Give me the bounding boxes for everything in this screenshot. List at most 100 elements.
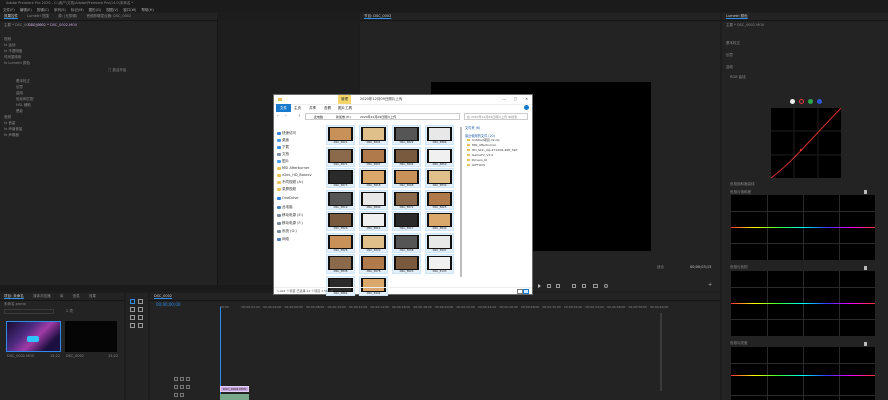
pen-tool-icon[interactable] xyxy=(138,315,143,320)
extract-icon[interactable] xyxy=(582,284,586,288)
play-icon[interactable] xyxy=(538,284,541,288)
file-thumbnail[interactable]: DSC_5878 xyxy=(359,254,388,274)
maximize-button[interactable]: □ xyxy=(514,97,517,101)
effect-row[interactable]: fx Lumetri 颜色 xyxy=(4,61,30,66)
file-thumbnail[interactable]: DSC_5621 xyxy=(326,125,355,145)
effect-row[interactable]: fx 声像器 xyxy=(4,133,19,138)
hand-tool-icon[interactable] xyxy=(130,323,135,328)
file-thumbnail[interactable]: DSC_5871 xyxy=(326,146,355,167)
file-thumbnail[interactable]: DSC_5808 xyxy=(392,168,421,188)
program-fit-select[interactable]: 适合 xyxy=(657,265,664,270)
file-thumbnail[interactable]: DSC_5889 xyxy=(425,125,454,145)
lift-icon[interactable] xyxy=(572,284,576,288)
nav-item[interactable]: 快速访问 xyxy=(282,131,296,136)
project-thumbnail[interactable] xyxy=(65,321,117,352)
project-thumbnail[interactable] xyxy=(6,321,61,352)
path-segment[interactable]: 2020年12月09日照片上传 xyxy=(360,115,396,119)
menu-item[interactable]: 编辑(E) xyxy=(20,8,32,12)
step-forward-icon[interactable] xyxy=(547,284,551,288)
minimize-button[interactable]: — xyxy=(503,97,507,101)
eyedropper-icon[interactable] xyxy=(864,342,867,346)
menu-item[interactable]: 剪辑(C) xyxy=(37,8,49,12)
effect-row[interactable]: 曲线 xyxy=(16,91,23,96)
recent-file[interactable]: Drivers_KI xyxy=(467,158,487,162)
nav-item[interactable]: 移动电源 (F:) xyxy=(282,221,303,226)
eyedropper-icon[interactable] xyxy=(864,190,867,194)
timeline-audio-clip[interactable] xyxy=(220,394,249,400)
track-sync-icon[interactable] xyxy=(180,385,184,389)
tab-effect-controls[interactable]: 效果控件 xyxy=(0,13,22,20)
file-thumbnail[interactable]: DSC_5829 xyxy=(326,211,355,231)
effect-row[interactable]: fx 音量 xyxy=(4,121,15,126)
file-thumbnail[interactable]: DSC_5840 xyxy=(425,211,454,231)
effect-row[interactable]: 基本校正 xyxy=(16,79,30,84)
recent-file[interactable]: GameTV_V1.0 xyxy=(467,153,493,157)
up-button[interactable]: ↑ xyxy=(298,114,301,118)
tab-program[interactable]: 节目: DSC_0002 xyxy=(360,13,395,20)
effect-row[interactable]: 创意 xyxy=(16,85,23,90)
menu-item[interactable]: 帮助(H) xyxy=(141,8,153,12)
tab-source[interactable]: 源: (无剪辑) xyxy=(54,13,81,20)
recent-file[interactable]: HD_Skin_dip.4712CR-49H_Skit xyxy=(467,148,518,152)
timeline-scrollbar[interactable] xyxy=(660,313,662,391)
address-bar[interactable]: 此电脑 新加卷 (E:) 2020年12月09日照片上传 xyxy=(305,113,460,120)
search-input[interactable]: 在 2020年12月09日照片上传 中搜索 xyxy=(464,113,528,120)
nav-item[interactable]: 系统 (G:) xyxy=(282,229,297,234)
ripple-edit-tool-icon[interactable] xyxy=(130,307,135,312)
hue-vs-luma-graph[interactable] xyxy=(731,347,875,400)
lumetri-basic[interactable]: 基本校正 xyxy=(726,41,740,46)
effect-row[interactable]: 晕影 xyxy=(16,109,23,114)
file-thumbnail[interactable]: DSC_5839 xyxy=(425,168,454,188)
nav-item[interactable]: 图片 xyxy=(282,159,289,164)
file-grid-scrollbar[interactable] xyxy=(460,127,462,277)
nav-item[interactable]: 桌面 xyxy=(282,138,289,143)
file-thumbnail[interactable]: DSC_5898 xyxy=(392,232,421,253)
track-sync-icon[interactable] xyxy=(180,393,184,397)
file-thumbnail[interactable]: DSC_5133 xyxy=(425,254,454,274)
ribbon-share[interactable]: 共享 xyxy=(309,106,316,111)
eyedropper-icon[interactable] xyxy=(864,266,867,270)
track-sync-icon[interactable] xyxy=(180,377,184,381)
tab-sequence[interactable]: DSC_0002 xyxy=(150,293,176,300)
nav-item[interactable]: v2ex_HD_Boxcsv xyxy=(282,173,312,177)
effect-row[interactable]: 时间重映射 xyxy=(4,55,22,60)
tab-libraries[interactable]: 库 xyxy=(56,293,68,300)
lumetri-rgb-curves[interactable]: RGB 曲线 xyxy=(730,75,746,80)
nav-item[interactable]: 此电脑 xyxy=(282,205,293,210)
track-lock-icon[interactable] xyxy=(174,393,178,397)
lumetri-clip[interactable]: 主要 * DSC_0002.MOV xyxy=(726,23,764,28)
effect-row[interactable]: HSL 辅助 xyxy=(16,103,31,108)
close-button[interactable]: ✕ xyxy=(525,97,528,101)
forward-button[interactable]: → xyxy=(284,114,287,118)
menu-item[interactable]: 标记(M) xyxy=(71,8,84,12)
red-channel-dot[interactable] xyxy=(799,99,804,104)
effect-row[interactable]: 视频 xyxy=(4,37,11,42)
tab-project[interactable]: 项目: 未命名 xyxy=(0,293,28,300)
selection-tool-icon[interactable] xyxy=(130,299,135,304)
file-thumbnail[interactable]: DSC_5818 xyxy=(359,168,388,188)
recent-file[interactable]: MSI_Afterburner xyxy=(467,143,496,147)
file-thumbnail[interactable]: DSC_5817 xyxy=(392,211,421,231)
path-segment[interactable]: 此电脑 xyxy=(314,115,323,119)
nav-item[interactable]: 不同视频 (A:) xyxy=(282,180,303,185)
track-lock-icon[interactable] xyxy=(174,377,178,381)
track-lock-icon[interactable] xyxy=(174,385,178,389)
file-thumbnail[interactable]: DSC_5897 xyxy=(425,232,454,253)
file-thumbnail[interactable]: DSC_5807 xyxy=(359,146,388,167)
razor-tool-icon[interactable] xyxy=(138,307,143,312)
effect-row[interactable]: 音频 xyxy=(4,115,11,120)
track-eye-icon[interactable] xyxy=(186,385,190,389)
menu-item[interactable]: 文件(F) xyxy=(3,8,15,12)
hue-vs-hue-graph[interactable] xyxy=(731,271,875,336)
effect-row[interactable]: 色轮和匹配 xyxy=(16,97,34,102)
file-thumbnail[interactable]: DSC_5801 xyxy=(359,125,388,145)
menu-item[interactable]: 视图(V) xyxy=(106,8,118,12)
picture-tools-tab[interactable]: 图片工具 xyxy=(338,106,352,111)
nav-item[interactable]: MSI Afterburner xyxy=(282,166,309,170)
track-select-tool-icon[interactable] xyxy=(138,299,143,304)
file-thumbnail[interactable]: DSC_5838 xyxy=(326,254,355,274)
thumbnail-view-icon[interactable] xyxy=(523,289,529,294)
file-thumbnail[interactable]: DSC_5826 xyxy=(326,232,355,253)
manage-tab[interactable]: 管理 xyxy=(338,95,351,104)
file-thumbnail[interactable]: DSC_5819 xyxy=(326,189,355,210)
